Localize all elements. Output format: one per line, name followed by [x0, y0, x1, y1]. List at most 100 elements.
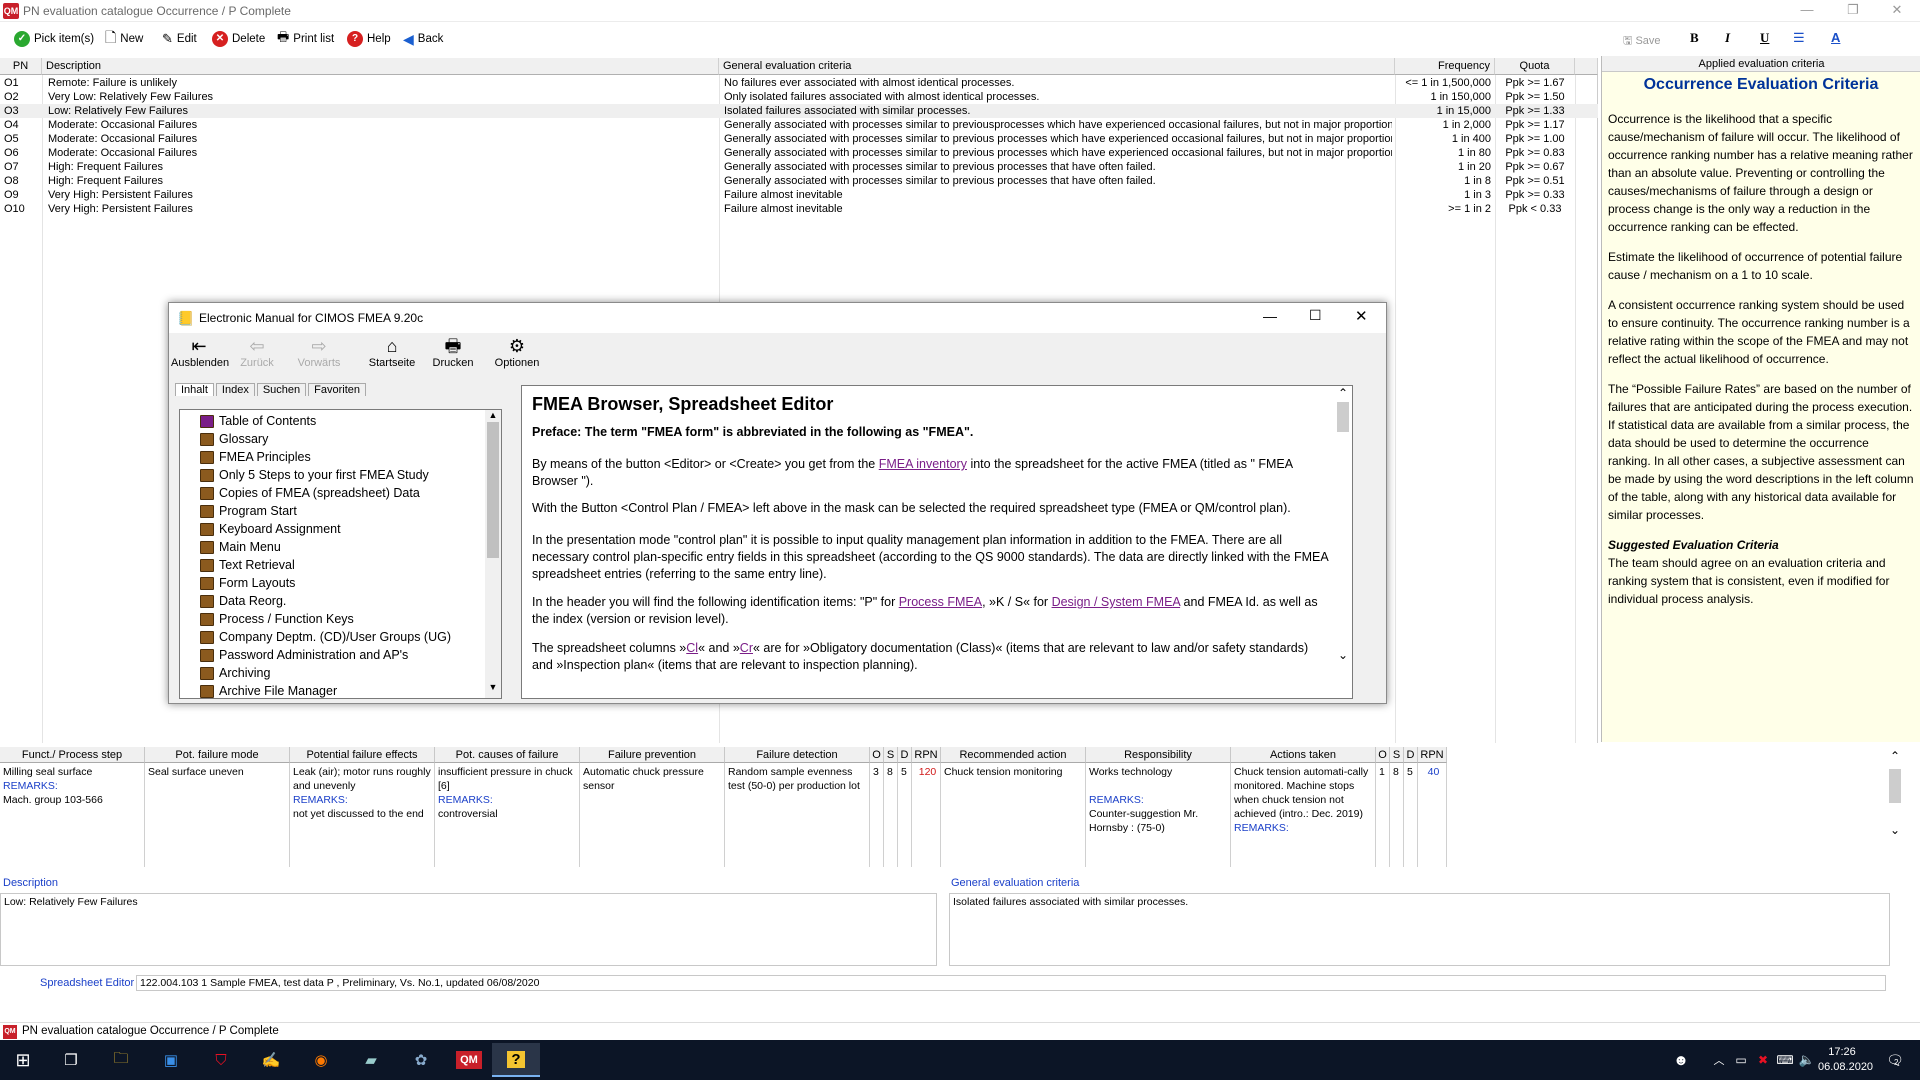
col-quota[interactable]: Quota: [1495, 58, 1575, 75]
back-button[interactable]: ◀ Back: [403, 29, 443, 49]
firefox-icon[interactable]: ◉: [306, 1046, 336, 1074]
cell-o[interactable]: 3: [870, 765, 883, 779]
col-pn[interactable]: PN: [0, 58, 42, 75]
tab-index[interactable]: Index: [215, 383, 255, 396]
cell-o2[interactable]: 1: [1376, 765, 1389, 779]
toc-item[interactable]: Keyboard Assignment: [200, 520, 341, 538]
description-field[interactable]: Low: Relatively Few Failures: [0, 893, 937, 966]
save-button[interactable]: 🖫 Save: [1623, 32, 1661, 51]
cell-prevention[interactable]: Automatic chuck pressure sensor: [580, 765, 724, 793]
toc-item[interactable]: FMEA Principles: [200, 448, 311, 466]
new-button[interactable]: 🗋 New: [105, 29, 143, 49]
hdr-detection[interactable]: Failure detection: [725, 747, 870, 763]
content-scroll-thumb[interactable]: [1337, 402, 1349, 432]
cell-d2[interactable]: 5: [1404, 765, 1417, 779]
cell-detection[interactable]: Random sample evenness test (50-0) per p…: [725, 765, 869, 793]
hdr-actions-taken[interactable]: Actions taken: [1231, 747, 1376, 763]
table-row[interactable]: O8 High: Frequent Failures Generally assoc…: [0, 174, 1598, 188]
help-button[interactable]: ? Help: [347, 29, 391, 49]
pick-items-button[interactable]: ✓ Pick item(s): [14, 29, 94, 49]
forward-button[interactable]: ⇨ Vorwärts: [289, 335, 349, 369]
scroll-up-icon[interactable]: ⌃: [1886, 749, 1904, 763]
cell-s2[interactable]: 8: [1390, 765, 1403, 779]
help-app-icon[interactable]: ?: [492, 1043, 540, 1077]
hdr-failure-causes[interactable]: Pot. causes of failure: [435, 747, 580, 763]
table-row[interactable]: O9 Very High: Persistent Failures Failure …: [0, 188, 1598, 202]
toc-item[interactable]: Table of Contents: [200, 412, 316, 430]
cell-rpn2[interactable]: 40: [1418, 765, 1446, 779]
qm-app-icon[interactable]: QM: [452, 1046, 486, 1074]
shield-app-icon[interactable]: ⛉: [206, 1046, 236, 1074]
hdr-rpn2[interactable]: RPN: [1418, 747, 1447, 763]
hdr-rpn[interactable]: RPN: [912, 747, 941, 763]
delete-button[interactable]: ✕ Delete: [212, 29, 265, 49]
toc-item[interactable]: Archiving: [200, 664, 270, 682]
notification-icon[interactable]: 🗨 2: [1880, 1046, 1910, 1074]
close-button[interactable]: ✕: [1874, 0, 1920, 22]
toc-item[interactable]: Process / Function Keys: [200, 610, 354, 628]
options-button[interactable]: ⚙ Optionen: [489, 335, 545, 369]
help-close-button[interactable]: ✕: [1355, 307, 1368, 325]
design-system-fmea-link[interactable]: Design / System FMEA: [1052, 595, 1181, 609]
print-list-button[interactable]: 🖶 Print list: [277, 29, 334, 49]
criteria-field[interactable]: Isolated failures associated with simila…: [949, 893, 1890, 966]
toc-item[interactable]: Glossary: [200, 430, 268, 448]
hdr-prevention[interactable]: Failure prevention: [580, 747, 725, 763]
fmea-inventory-link[interactable]: FMEA inventory: [879, 457, 967, 471]
hdr-failure-mode[interactable]: Pot. failure mode: [145, 747, 290, 763]
toc-item[interactable]: Data Reorg.: [200, 592, 286, 610]
restore-button[interactable]: ❐: [1830, 0, 1876, 22]
hdr-recommended-action[interactable]: Recommended action: [941, 747, 1086, 763]
table-row[interactable]: O10 Very High: Persistent Failures Failure…: [0, 202, 1598, 216]
cell-responsibility[interactable]: Works technology REMARKS: Counter-sugges…: [1086, 765, 1230, 835]
table-row[interactable]: O1 Remote: Failure is unlikely No failures…: [0, 76, 1598, 90]
underline-button[interactable]: U: [1760, 30, 1769, 46]
hdr-o2[interactable]: O: [1376, 747, 1390, 763]
cl-link[interactable]: Cl: [686, 641, 698, 655]
toc-item[interactable]: Text Retrieval: [200, 556, 295, 574]
cell-failure-mode[interactable]: Seal surface uneven: [145, 765, 289, 779]
cell-d[interactable]: 5: [898, 765, 911, 779]
toc-scrollbar[interactable]: ▲ ▼: [485, 410, 501, 698]
toc-item[interactable]: Program Start: [200, 502, 297, 520]
fmea-scrollbar[interactable]: ⌃ ⌄: [1886, 749, 1904, 865]
col-description[interactable]: Description: [42, 58, 719, 75]
hdr-responsibility[interactable]: Responsibility: [1086, 747, 1231, 763]
hdr-o[interactable]: O: [870, 747, 884, 763]
print-button-help[interactable]: 🖶 Drucken: [427, 335, 479, 369]
cell-failure-causes[interactable]: insufficient pressure in chuck [6] REMAR…: [435, 765, 579, 821]
table-row[interactable]: O7 High: Frequent Failures Generally assoc…: [0, 160, 1598, 174]
col-criteria[interactable]: General evaluation criteria: [719, 58, 1395, 75]
tab-suchen[interactable]: Suchen: [256, 383, 307, 396]
toc-scroll-thumb[interactable]: [487, 422, 499, 558]
bullet-list-icon[interactable]: ☰: [1793, 30, 1805, 46]
cell-failure-effects[interactable]: Leak (air); motor runs roughly and uneve…: [290, 765, 434, 821]
scroll-down-icon[interactable]: ⌄: [1886, 823, 1904, 837]
back-button-help[interactable]: ⇦ Zurück: [231, 335, 283, 369]
bottom-window-bar[interactable]: QM PN evaluation catalogue Occurrence / …: [0, 1022, 1920, 1040]
notes-app-icon[interactable]: ▰: [356, 1046, 386, 1074]
cell-process-step[interactable]: Milling seal surface REMARKS: Mach. grou…: [0, 765, 144, 807]
table-row[interactable]: O3 Low: Relatively Few Failures Isolated f…: [0, 104, 1598, 118]
people-icon[interactable]: ☻: [1666, 1046, 1696, 1074]
cr-link[interactable]: Cr: [740, 641, 753, 655]
store-icon[interactable]: ▣: [156, 1046, 186, 1074]
content-scrollbar[interactable]: ⌃ ⌄: [1334, 386, 1352, 698]
italic-button[interactable]: I: [1725, 30, 1730, 46]
minimize-button[interactable]: —: [1784, 0, 1830, 22]
start-button-icon[interactable]: ⊞: [8, 1046, 38, 1074]
hide-button[interactable]: ⇤ Ausblenden: [171, 335, 229, 369]
font-color-icon[interactable]: A: [1831, 30, 1840, 45]
tab-favoriten[interactable]: Favoriten: [308, 383, 367, 396]
cell-actions-taken[interactable]: Chuck tension automati-cally monitored. …: [1231, 765, 1375, 865]
table-row[interactable]: O2 Very Low: Relatively Few Failures Only …: [0, 90, 1598, 104]
paint-app-icon[interactable]: ✿: [406, 1046, 436, 1074]
toc-item[interactable]: Company Deptm. (CD)/User Groups (UG): [200, 628, 451, 646]
cell-recommended-action[interactable]: Chuck tension monitoring: [941, 765, 1085, 779]
home-button[interactable]: ⌂ Startseite: [363, 335, 421, 369]
hdr-s[interactable]: S: [884, 747, 898, 763]
toc-item[interactable]: Only 5 Steps to your first FMEA Study: [200, 466, 429, 484]
toc-item[interactable]: Form Layouts: [200, 574, 295, 592]
tab-inhalt[interactable]: Inhalt: [175, 383, 214, 396]
table-row[interactable]: O4 Moderate: Occasional Failures Generally…: [0, 118, 1598, 132]
